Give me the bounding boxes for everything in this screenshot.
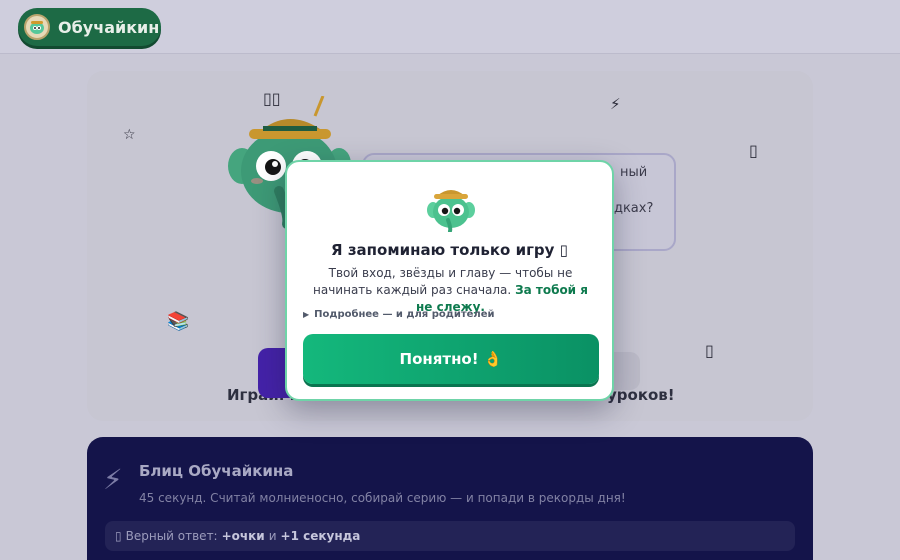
logo-button[interactable]: Обучайкин <box>18 8 161 46</box>
title-glyph-icon: ▯ <box>559 241 568 259</box>
details-label: Подробнее — и для родителей <box>314 309 495 320</box>
top-bar: Обучайкин <box>0 0 900 54</box>
blitz-rule-time: +1 секунда <box>280 529 361 543</box>
speech-fragment: ный <box>620 165 648 180</box>
privacy-modal: Я запоминаю только игру ▯ Твой вход, звё… <box>285 160 614 401</box>
mascot-icon <box>427 190 475 232</box>
blitz-description: 45 секунд. Считай молниеносно, собирай с… <box>139 491 626 505</box>
blitz-title: Блиц Обучайкина <box>139 462 294 480</box>
books-icon: 📚 <box>167 311 190 332</box>
decor-glyph-icon: ▯ <box>705 341 714 360</box>
blitz-rule-and: и <box>268 529 277 543</box>
mascot-logo-icon <box>24 14 50 40</box>
blitz-rule: ▯ Верный ответ: +очки и +1 секунда <box>105 521 795 551</box>
blitz-card: ⚡ Блиц Обучайкина 45 секунд. Считай молн… <box>87 437 813 560</box>
lightning-icon: ⚡ <box>610 95 621 113</box>
star-icon: ☆ <box>123 127 136 143</box>
blitz-rule-points: +очки <box>221 529 265 543</box>
details-toggle[interactable]: ▶ Подробнее — и для родителей <box>303 309 495 320</box>
triangle-right-icon: ▶ <box>303 310 310 319</box>
decor-glyph-icon: ▯ <box>749 141 758 160</box>
blitz-rule-prefix: Верный ответ: <box>125 529 218 543</box>
lightning-icon: ⚡ <box>103 463 123 496</box>
modal-title-text: Я запоминаю только игру <box>331 241 555 259</box>
ok-button[interactable]: Понятно! 👌 <box>303 334 599 384</box>
logo-text: Обучайкин <box>58 17 160 37</box>
check-icon: ▯ <box>115 529 122 543</box>
modal-title: Я запоминаю только игру ▯ <box>287 241 612 259</box>
